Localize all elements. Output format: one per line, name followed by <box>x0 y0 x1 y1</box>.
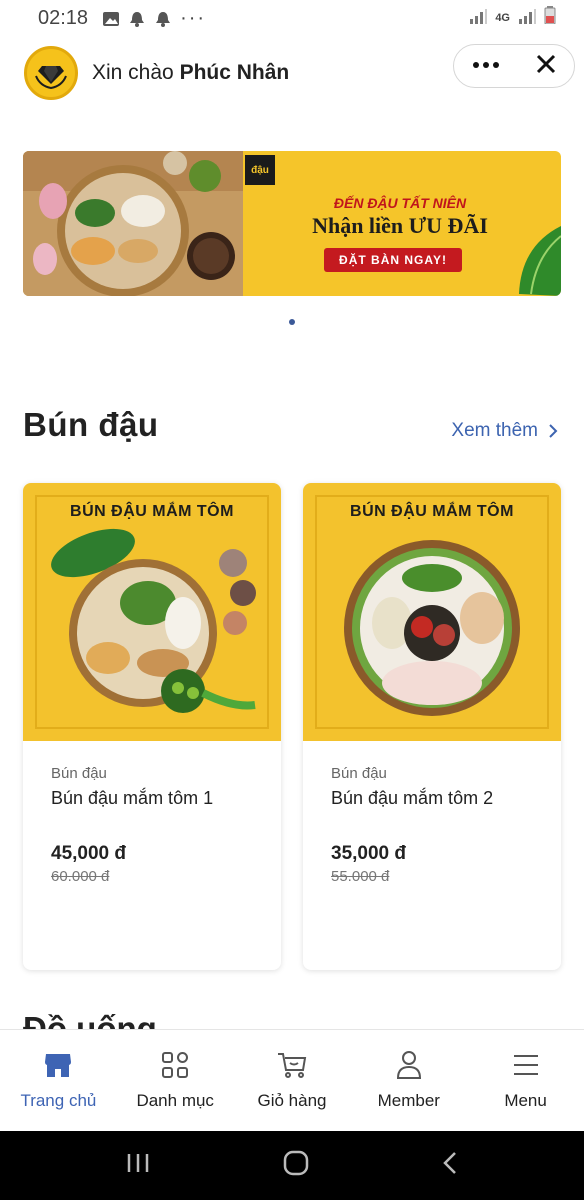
product-category: Bún đậu <box>331 765 387 782</box>
product-name: Bún đậu mắm tôm 1 <box>51 788 214 808</box>
greeting: Xin chào Phúc Nhân <box>92 61 289 85</box>
cart-icon <box>276 1049 308 1081</box>
product-category: Bún đậu <box>51 765 107 782</box>
user-icon <box>393 1049 425 1081</box>
battery-icon <box>544 6 556 30</box>
product-price: 45,000 đ <box>51 843 126 864</box>
see-more-link[interactable]: Xem thêm <box>451 420 558 442</box>
diamond-hands-icon <box>35 66 67 90</box>
carousel-indicator[interactable] <box>289 319 295 325</box>
greeting-prefix: Xin chào <box>92 61 174 84</box>
banner-subheadline: Nhận liền ƯU ĐÃI <box>312 213 488 238</box>
nav-item-cart[interactable]: Giỏ hàng <box>234 1030 351 1131</box>
app-header: Xin chào Phúc Nhân <box>0 40 584 106</box>
signal-icon <box>469 7 488 30</box>
bottom-navigation: Trang chủ Danh mục Giỏ hàng Member Menu <box>0 1029 584 1131</box>
more-options-icon[interactable] <box>471 57 501 75</box>
miniapp-capsule <box>453 44 575 88</box>
nav-item-categories[interactable]: Danh mục <box>117 1030 234 1131</box>
nav-item-member[interactable]: Member <box>350 1030 467 1131</box>
product-image: BÚN ĐẬU MẮM TÔM <box>23 483 281 741</box>
see-more-label: Xem thêm <box>451 420 538 441</box>
section-title: Bún đậu <box>23 406 159 443</box>
nav-item-home[interactable]: Trang chủ <box>0 1030 117 1131</box>
bell-icon-2 <box>154 10 172 27</box>
product-image: BÚN ĐẬU MẮM TÔM <box>303 483 561 741</box>
product-old-price: 60.000 đ <box>51 868 110 885</box>
nav-label-cart: Giỏ hàng <box>257 1091 327 1110</box>
chevron-right-icon <box>549 424 558 438</box>
banner-brand-logo: đậu <box>245 155 275 185</box>
promo-banner[interactable]: đậu ĐẾN ĐẬU TẤT NIÊN Nhận liền ƯU ĐÃI ĐẶ… <box>23 151 561 296</box>
app-logo <box>24 46 78 100</box>
book-table-button[interactable]: ĐẶT BÀN NGAY! <box>324 248 462 272</box>
gallery-icon <box>102 10 120 26</box>
bell-icon <box>128 10 146 27</box>
more-notifications-icon: ··· <box>180 6 207 29</box>
product-image-title: BÚN ĐẬU MẮM TÔM <box>350 503 514 520</box>
banner-headline: ĐẾN ĐẬU TẤT NIÊN <box>333 195 467 211</box>
store-icon <box>42 1049 74 1081</box>
product-price: 35,000 đ <box>331 843 406 864</box>
product-image-title: BÚN ĐẬU MẮM TÔM <box>70 503 234 520</box>
back-icon[interactable] <box>442 1151 458 1180</box>
nav-item-menu[interactable]: Menu <box>467 1030 584 1131</box>
grid-icon <box>159 1049 191 1081</box>
nav-label-menu: Menu <box>504 1091 547 1110</box>
product-old-price: 55.000 đ <box>331 868 390 885</box>
nav-label-home: Trang chủ <box>20 1091 97 1110</box>
nav-label-member: Member <box>377 1091 440 1110</box>
hamburger-icon <box>510 1049 542 1081</box>
close-icon[interactable] <box>534 52 558 81</box>
nav-label-categories: Danh mục <box>136 1091 214 1110</box>
network-type: 4G <box>495 12 510 24</box>
next-section-title: Đồ uống <box>23 1010 157 1030</box>
status-time: 02:18 <box>38 6 89 29</box>
user-name: Phúc Nhân <box>179 61 290 84</box>
product-name: Bún đậu mắm tôm 2 <box>331 788 494 808</box>
recent-apps-icon[interactable] <box>126 1152 150 1179</box>
product-card[interactable]: BÚN ĐẬU MẮM TÔM Bún đậu Bún đậu mắm tôm … <box>23 483 281 970</box>
product-card[interactable]: BÚN ĐẬU MẮM TÔM Bún đậu Bún đậu mắm tôm … <box>303 483 561 970</box>
home-icon[interactable] <box>283 1150 309 1181</box>
signal-icon-2 <box>518 7 536 30</box>
system-navigation-bar <box>0 1131 584 1200</box>
leaf-decoration-icon <box>519 226 561 296</box>
banner-food-photo <box>23 151 243 296</box>
status-bar: 02:18 ··· 4G <box>0 0 584 36</box>
